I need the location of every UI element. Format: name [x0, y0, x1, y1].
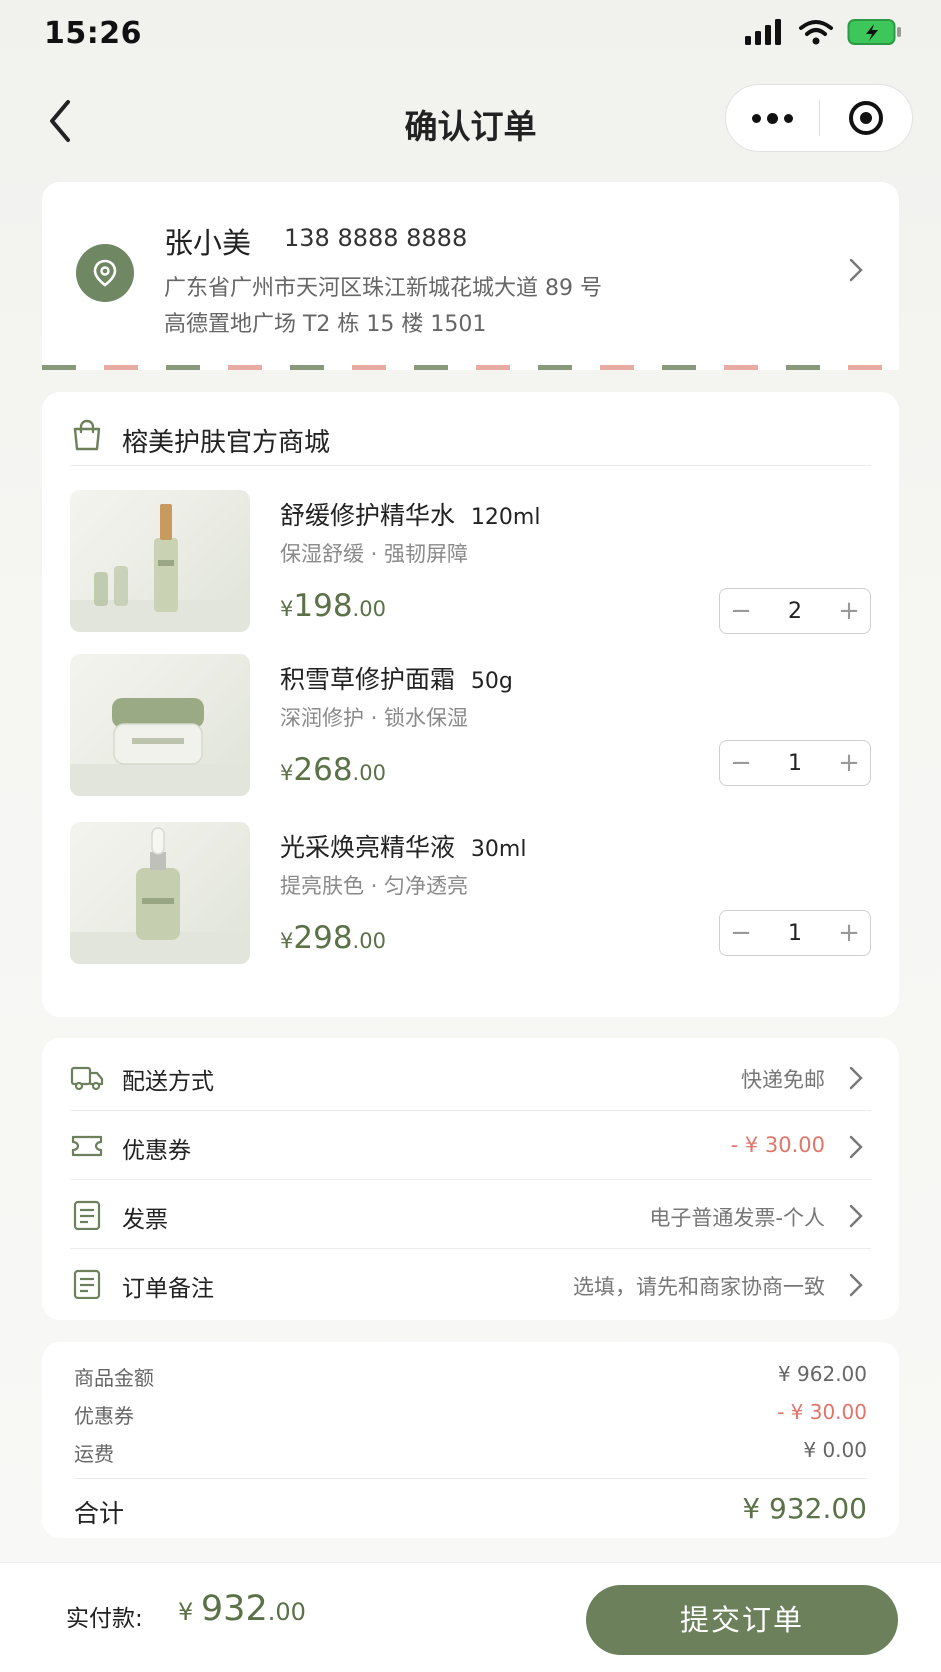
chevron-right-icon [849, 1273, 863, 1297]
item-subtitle: 保湿舒缓 · 强韧屏障 [280, 542, 469, 566]
item-price: ¥298.00 [280, 920, 386, 956]
total-value: ¥ 932.00 [742, 1492, 867, 1525]
location-pin-icon [76, 244, 134, 302]
coupon-summary-value: - ¥ 30.00 [777, 1400, 867, 1424]
goods-card: 榕美护肤官方商城 舒缓修护精华水 120ml 保湿舒缓 · 强韧屏障 ¥198.… [42, 392, 899, 1017]
shipping-value: ¥ 0.00 [803, 1438, 867, 1462]
total-label: 合计 [74, 1499, 125, 1528]
more-dot-icon [767, 112, 778, 124]
item-title: 积雪草修护面霜 50g [280, 665, 513, 694]
shopping-bag-icon [73, 419, 101, 451]
shop-name: 榕美护肤官方商城 [122, 428, 331, 458]
address-card[interactable]: 张小美 138 8888 8888 广东省广州市天河区珠江新城花城大道 89 号… [42, 182, 899, 370]
goods-item: 光采焕亮精华液 30ml 提亮肤色 · 匀净透亮 ¥298.00 − 1 + [70, 822, 871, 972]
recipient-phone: 138 8888 8888 [284, 224, 468, 252]
quantity-value[interactable]: 2 [762, 599, 828, 624]
decrease-button[interactable]: − [720, 741, 762, 785]
order-note-row[interactable]: 订单备注 选填，请先和商家协商一致 [70, 1249, 871, 1318]
status-bar: 15:26 [0, 0, 941, 70]
item-price: ¥198.00 [280, 588, 386, 624]
product-image-cream[interactable] [70, 654, 250, 796]
invoice-value: 电子普通发票-个人 [649, 1206, 825, 1230]
chevron-right-icon [849, 258, 863, 282]
battery-icon [847, 19, 901, 45]
goods-item: 积雪草修护面霜 50g 深润修护 · 锁水保湿 ¥268.00 − 1 + [70, 654, 871, 804]
recipient-name: 张小美 [164, 226, 252, 260]
envelope-stripe-divider [42, 365, 899, 370]
product-image-serum[interactable] [70, 822, 250, 964]
coupon-row[interactable]: 优惠券 - ¥ 30.00 [70, 1111, 871, 1180]
status-time: 15:26 [44, 16, 142, 51]
invoice-label: 发票 [122, 1207, 168, 1233]
delivery-method-row[interactable]: 配送方式 快递免邮 [70, 1042, 871, 1111]
note-icon [73, 1269, 101, 1299]
pay-label: 实付款: [66, 1606, 143, 1632]
item-title: 光采焕亮精华液 30ml [280, 833, 527, 862]
coupon-summary-label: 优惠券 [74, 1404, 134, 1428]
document-icon [73, 1200, 101, 1230]
more-button[interactable] [726, 112, 819, 124]
close-mini-program-button[interactable] [820, 99, 912, 137]
increase-button[interactable]: + [828, 911, 870, 955]
checkout-bar: 实付款: ¥ 932.00 提交订单 [0, 1562, 941, 1672]
goods-item: 舒缓修护精华水 120ml 保湿舒缓 · 强韧屏障 ¥198.00 − 2 + [70, 490, 871, 640]
summary-divider [74, 1478, 867, 1479]
goods-amount-label: 商品金额 [74, 1366, 154, 1390]
chevron-right-icon [849, 1204, 863, 1228]
ticket-icon [71, 1135, 103, 1157]
wifi-icon [799, 20, 833, 45]
delivery-method-label: 配送方式 [122, 1069, 214, 1095]
goods-amount-row: 商品金额 ¥ 962.00 [74, 1362, 867, 1391]
quantity-value[interactable]: 1 [762, 751, 828, 776]
delivery-method-value: 快递免邮 [741, 1068, 825, 1092]
more-dot-icon [784, 113, 793, 123]
nav-bar: 确认订单 [0, 78, 941, 168]
increase-button[interactable]: + [828, 589, 870, 633]
quantity-value[interactable]: 1 [762, 921, 828, 946]
pay-amount: ¥ 932.00 [178, 1589, 306, 1629]
item-subtitle: 提亮肤色 · 匀净透亮 [280, 874, 469, 898]
address-line-2: 高德置地广场 T2 栋 15 楼 1501 [164, 312, 487, 337]
item-price: ¥268.00 [280, 752, 386, 788]
truck-icon [70, 1066, 104, 1091]
mini-program-capsule [725, 84, 913, 152]
item-subtitle: 深润修护 · 锁水保湿 [280, 706, 469, 730]
address-line-1: 广东省广州市天河区珠江新城花城大道 89 号 [164, 276, 602, 301]
shop-header[interactable]: 榕美护肤官方商城 [70, 416, 871, 466]
coupon-label: 优惠券 [122, 1138, 191, 1164]
chevron-right-icon [849, 1135, 863, 1159]
shipping-row: 运费 ¥ 0.00 [74, 1438, 867, 1467]
product-image-toner[interactable] [70, 490, 250, 632]
order-note-label: 订单备注 [122, 1276, 214, 1302]
quantity-stepper: − 2 + [719, 588, 871, 634]
coupon-value: - ¥ 30.00 [730, 1133, 825, 1157]
signal-icon [745, 19, 781, 45]
chevron-right-icon [849, 1066, 863, 1090]
target-icon [848, 101, 883, 135]
item-title: 舒缓修护精华水 120ml [280, 501, 541, 530]
status-icons [745, 18, 903, 46]
increase-button[interactable]: + [828, 741, 870, 785]
submit-order-button[interactable]: 提交订单 [586, 1585, 898, 1655]
more-dot-icon [752, 113, 761, 123]
coupon-summary-row: 优惠券 - ¥ 30.00 [74, 1400, 867, 1429]
goods-amount-value: ¥ 962.00 [777, 1362, 867, 1386]
order-options-card: 配送方式 快递免邮 优惠券 - ¥ 30.00 发票 电子普通发票-个人 订单备… [42, 1038, 899, 1320]
decrease-button[interactable]: − [720, 589, 762, 633]
invoice-row[interactable]: 发票 电子普通发票-个人 [70, 1180, 871, 1249]
quantity-stepper: − 1 + [719, 740, 871, 786]
order-note-placeholder[interactable]: 选填，请先和商家协商一致 [573, 1271, 825, 1301]
decrease-button[interactable]: − [720, 911, 762, 955]
quantity-stepper: − 1 + [719, 910, 871, 956]
shipping-label: 运费 [74, 1442, 114, 1466]
price-summary-card: 商品金额 ¥ 962.00 优惠券 - ¥ 30.00 运费 ¥ 0.00 合计… [42, 1342, 899, 1538]
